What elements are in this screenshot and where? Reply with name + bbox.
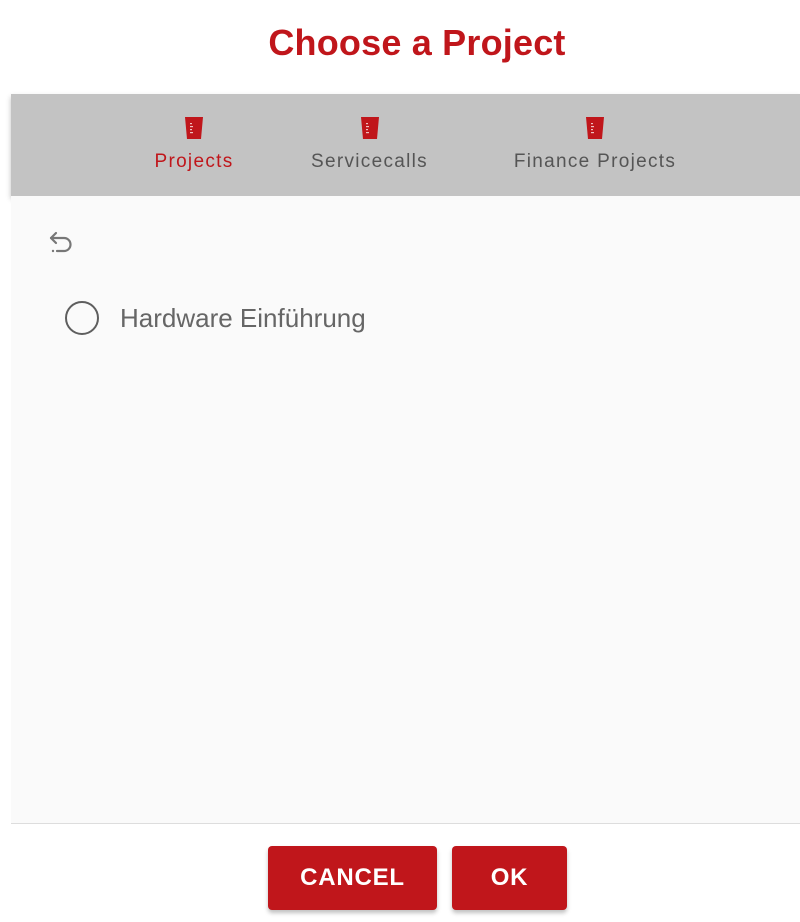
tab-projects[interactable]: Projects — [139, 94, 249, 196]
undo-icon — [49, 231, 72, 253]
beaker-icon — [360, 117, 379, 139]
tab-label: Servicecalls — [311, 151, 428, 172]
footer-divider — [11, 823, 800, 824]
project-list-panel: Hardware Einführung — [11, 196, 800, 823]
tab-bar: Projects Servicecalls Finance Projects — [11, 94, 800, 196]
tab-servicecalls[interactable]: Servicecalls — [297, 94, 442, 196]
cancel-button[interactable]: CANCEL — [268, 846, 437, 910]
project-option-label: Hardware Einführung — [120, 302, 366, 333]
tab-finance-projects[interactable]: Finance Projects — [495, 94, 695, 196]
beaker-icon — [586, 117, 604, 139]
project-option[interactable]: Hardware Einführung — [65, 298, 366, 338]
ok-button[interactable]: OK — [452, 846, 567, 910]
radio-button[interactable] — [65, 301, 99, 335]
dialog-title: Choose a Project — [268, 22, 566, 63]
tab-label: Finance Projects — [513, 151, 677, 172]
back-button[interactable] — [47, 224, 77, 258]
beaker-icon — [185, 117, 203, 139]
tab-label: Projects — [154, 151, 234, 172]
